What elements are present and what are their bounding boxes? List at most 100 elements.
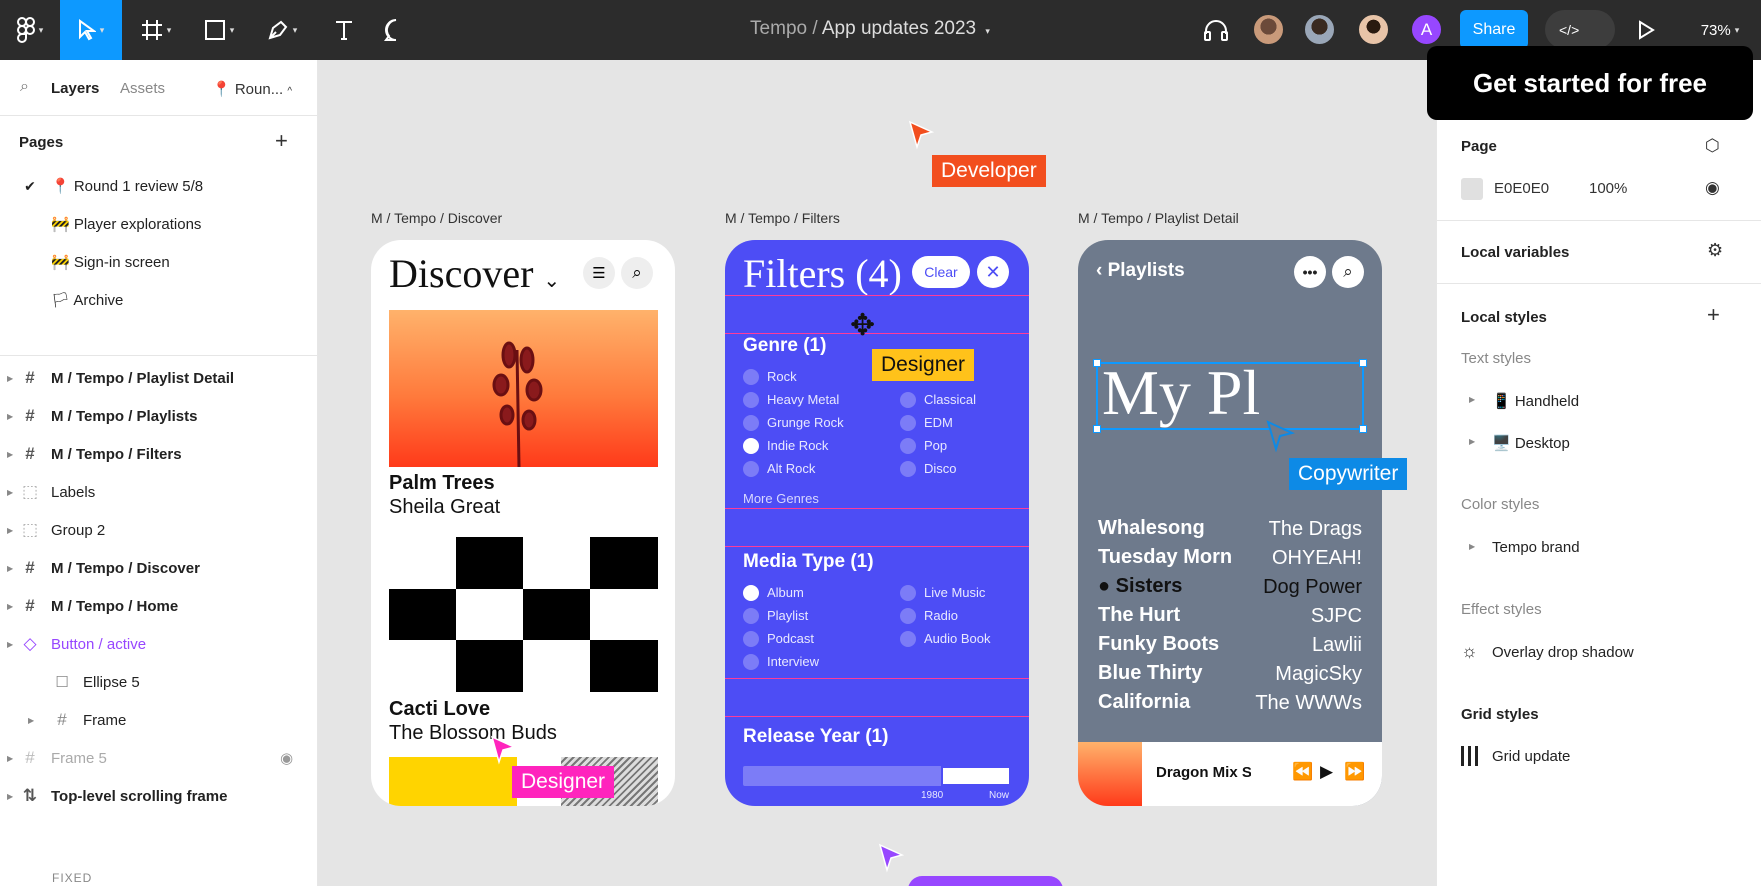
frame-label-filters[interactable]: M / Tempo / Filters bbox=[725, 210, 840, 226]
design-canvas[interactable]: M / Tempo / Discover M / Tempo / Filters… bbox=[318, 60, 1436, 886]
radio-button-selected[interactable] bbox=[743, 438, 759, 454]
style-item[interactable]: 📱 Handheld bbox=[1492, 392, 1579, 410]
expand-triangle-icon[interactable]: ▶ bbox=[7, 792, 13, 801]
collaborator-avatar-3[interactable] bbox=[1357, 13, 1390, 46]
variables-sliders-icon[interactable]: ⚙ bbox=[1707, 240, 1723, 261]
move-tool-button[interactable]: ▾ bbox=[60, 0, 122, 60]
page-item[interactable]: 🚧 Sign-in screen bbox=[0, 243, 318, 281]
page-color-value[interactable]: E0E0E0 bbox=[1494, 180, 1549, 197]
layer-row[interactable]: ▶ ⬚ Group 2 bbox=[0, 511, 318, 549]
more-genres-link[interactable]: More Genres bbox=[743, 491, 819, 506]
page-settings-icon[interactable]: ⬡ bbox=[1705, 136, 1720, 156]
filter-icon[interactable]: ☰ bbox=[583, 257, 615, 289]
palm-trees-cover[interactable] bbox=[389, 310, 658, 468]
radio-button[interactable] bbox=[900, 392, 916, 408]
page-chip[interactable]: 📍 Roun... ^ bbox=[212, 80, 292, 98]
style-item[interactable]: Grid update bbox=[1492, 748, 1570, 765]
resize-handle[interactable] bbox=[1359, 359, 1367, 367]
cacti-love-cover[interactable] bbox=[389, 537, 658, 692]
expand-triangle-icon[interactable]: ▶ bbox=[28, 716, 34, 725]
page-item[interactable]: 🚧 Player explorations bbox=[0, 205, 318, 243]
search-icon[interactable]: ⌕ bbox=[621, 257, 653, 289]
radio-button[interactable] bbox=[743, 369, 759, 385]
back-link[interactable]: ‹ Playlists bbox=[1096, 260, 1185, 282]
layer-row[interactable]: ▶ # M / Tempo / Playlist Detail bbox=[0, 359, 318, 397]
radio-button[interactable] bbox=[900, 461, 916, 477]
audio-button[interactable] bbox=[1195, 0, 1237, 60]
add-style-icon[interactable]: + bbox=[1707, 302, 1720, 328]
style-item[interactable]: Overlay drop shadow bbox=[1492, 644, 1634, 661]
style-item[interactable]: Tempo brand bbox=[1492, 539, 1580, 556]
more-options-icon[interactable]: ••• bbox=[1294, 256, 1326, 288]
expand-triangle-icon[interactable]: ▶ bbox=[7, 640, 13, 649]
radio-button[interactable] bbox=[743, 631, 759, 647]
expand-triangle-icon[interactable]: ▶ bbox=[1469, 542, 1475, 551]
frame-label-discover[interactable]: M / Tempo / Discover bbox=[371, 210, 502, 226]
expand-triangle-icon[interactable]: ▶ bbox=[1469, 437, 1475, 446]
layer-row[interactable]: ▶ # M / Tempo / Discover bbox=[0, 549, 318, 587]
radio-button[interactable] bbox=[900, 438, 916, 454]
song-title[interactable]: Whalesong bbox=[1098, 517, 1205, 540]
comment-tool-button[interactable] bbox=[370, 0, 422, 60]
expand-triangle-icon[interactable]: ▶ bbox=[1469, 395, 1475, 404]
expand-triangle-icon[interactable]: ▶ bbox=[7, 602, 13, 611]
pen-tool-button[interactable]: ▾ bbox=[256, 0, 308, 60]
page-item[interactable]: ✔ 📍 Round 1 review 5/8 bbox=[0, 167, 318, 205]
resize-handle[interactable] bbox=[1093, 359, 1101, 367]
rewind-icon[interactable]: ⏪ bbox=[1292, 762, 1313, 782]
discover-frame[interactable]: Discover ⌄ ☰ ⌕ Palm Trees Sheila Great C… bbox=[371, 240, 675, 806]
radio-button[interactable] bbox=[743, 392, 759, 408]
mini-player[interactable]: Dragon Mix Sist ⏪ ▶ ⏩ bbox=[1078, 742, 1382, 806]
collaborator-avatar-2[interactable] bbox=[1303, 13, 1336, 46]
search-icon[interactable]: ⌕ bbox=[1332, 256, 1364, 288]
collaborator-avatar-1[interactable] bbox=[1252, 13, 1285, 46]
song-title[interactable]: Funky Boots bbox=[1098, 633, 1219, 656]
file-name[interactable]: App updates 2023 bbox=[822, 18, 976, 39]
selected-text-layer[interactable]: My Pl bbox=[1093, 357, 1367, 433]
layer-row[interactable]: ▶ ⬚ Labels bbox=[0, 473, 318, 511]
song-title[interactable]: Tuesday Morn bbox=[1098, 546, 1232, 569]
radio-button[interactable] bbox=[743, 608, 759, 624]
layer-row[interactable]: ▶ # M / Tempo / Filters bbox=[0, 435, 318, 473]
layer-row[interactable]: ▶ # M / Tempo / Home bbox=[0, 587, 318, 625]
page-opacity-value[interactable]: 100% bbox=[1589, 180, 1627, 197]
file-title[interactable]: Tempo / App updates 2023 ▾ bbox=[700, 18, 1040, 40]
share-button[interactable]: Share bbox=[1460, 10, 1528, 49]
year-range-slider[interactable] bbox=[743, 766, 1011, 786]
eye-icon[interactable]: ◉ bbox=[280, 749, 293, 767]
expand-triangle-icon[interactable]: ▶ bbox=[7, 412, 13, 421]
resize-handle[interactable] bbox=[1093, 425, 1101, 433]
page-color-swatch[interactable] bbox=[1461, 178, 1483, 200]
radio-button[interactable] bbox=[900, 415, 916, 431]
text-tool-button[interactable] bbox=[318, 0, 370, 60]
filters-frame[interactable]: Filters (4) Clear ✕ Genre (1) Rock Heavy… bbox=[725, 240, 1029, 806]
fast-forward-icon[interactable]: ⏩ bbox=[1344, 762, 1365, 782]
shape-tool-button[interactable]: ▾ bbox=[193, 0, 245, 60]
play-icon[interactable]: ▶ bbox=[1320, 762, 1333, 782]
expand-triangle-icon[interactable]: ▶ bbox=[7, 450, 13, 459]
slider-selected-range[interactable] bbox=[941, 766, 1011, 786]
frame-tool-button[interactable]: ▾ bbox=[130, 0, 182, 60]
project-name[interactable]: Tempo bbox=[750, 18, 807, 39]
song-title-playing[interactable]: ● Sisters bbox=[1098, 575, 1182, 598]
radio-button[interactable] bbox=[900, 608, 916, 624]
close-icon[interactable]: ✕ bbox=[977, 256, 1009, 288]
expand-triangle-icon[interactable]: ▶ bbox=[7, 526, 13, 535]
tab-assets[interactable]: Assets bbox=[120, 80, 165, 97]
radio-button[interactable] bbox=[743, 461, 759, 477]
song-title[interactable]: Blue Thirty bbox=[1098, 662, 1202, 685]
playlist-frame[interactable]: ‹ Playlists ••• ⌕ My Pl Whalesong The Dra… bbox=[1078, 240, 1382, 806]
expand-triangle-icon[interactable]: ▶ bbox=[7, 754, 13, 763]
clear-button[interactable]: Clear bbox=[912, 256, 970, 288]
radio-button-selected[interactable] bbox=[743, 585, 759, 601]
layer-row[interactable]: ☐ Ellipse 5 bbox=[0, 663, 318, 701]
expand-triangle-icon[interactable]: ▶ bbox=[7, 564, 13, 573]
get-started-banner[interactable]: Get started for free bbox=[1427, 46, 1753, 120]
layer-row[interactable]: ▶ ◇ Button / active bbox=[0, 625, 318, 663]
local-variables-heading[interactable]: Local variables bbox=[1461, 244, 1569, 261]
song-title[interactable]: California bbox=[1098, 691, 1190, 714]
chevron-down-icon[interactable]: ▾ bbox=[985, 26, 990, 36]
radio-button[interactable] bbox=[743, 415, 759, 431]
layer-row[interactable]: ▶ # M / Tempo / Playlists bbox=[0, 397, 318, 435]
radio-button[interactable] bbox=[900, 631, 916, 647]
